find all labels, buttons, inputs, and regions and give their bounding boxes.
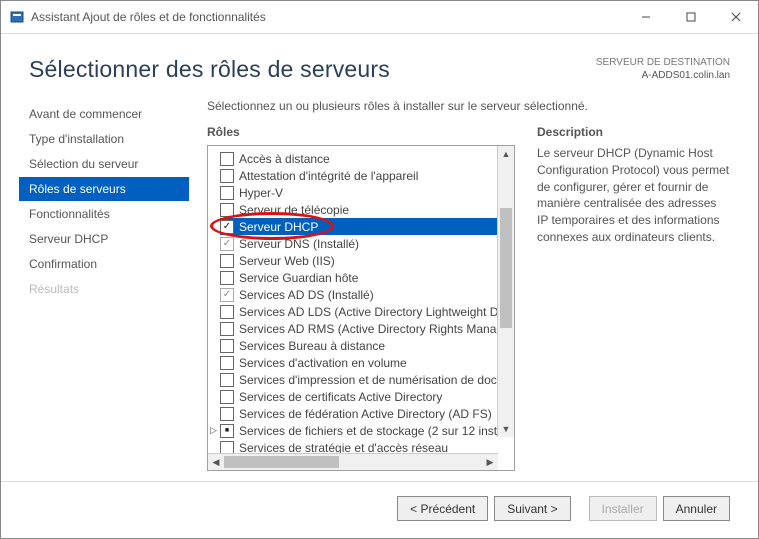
role-label: Hyper-V (239, 186, 283, 200)
destination-info: SERVEUR DE DESTINATION A-ADDS01.colin.la… (596, 56, 730, 82)
role-checkbox[interactable] (220, 305, 234, 319)
scroll-left-button[interactable]: ◀ (208, 454, 224, 470)
nav-step-0[interactable]: Avant de commencer (19, 102, 189, 126)
role-row[interactable]: Services de fédération Active Directory … (220, 405, 514, 422)
role-checkbox[interactable] (220, 390, 234, 404)
nav-step-2[interactable]: Sélection du serveur (19, 152, 189, 176)
role-row[interactable]: Services Bureau à distance (220, 337, 514, 354)
role-row[interactable]: Services AD RMS (Active Directory Rights… (220, 320, 514, 337)
role-checkbox[interactable] (220, 254, 234, 268)
minimize-button[interactable] (623, 1, 668, 33)
roles-listbox[interactable]: Accès à distance Attestation d'intégrité … (207, 145, 515, 471)
role-row[interactable]: Services de stratégie et d'accès réseau (220, 439, 514, 453)
role-label: Serveur DNS (Installé) (239, 237, 359, 251)
role-checkbox[interactable] (220, 271, 234, 285)
role-row[interactable]: Serveur DNS (Installé) (220, 235, 514, 252)
scroll-down-button[interactable]: ▼ (498, 421, 514, 437)
role-row[interactable]: Services AD LDS (Active Directory Lightw… (220, 303, 514, 320)
role-checkbox[interactable] (220, 441, 234, 454)
role-row[interactable]: Serveur de télécopie (220, 201, 514, 218)
role-checkbox[interactable] (220, 288, 234, 302)
role-label: Services de fichiers et de stockage (2 s… (239, 424, 514, 438)
vertical-scroll-thumb[interactable] (500, 208, 512, 328)
description-text: Le serveur DHCP (Dynamic Host Configurat… (537, 145, 730, 246)
role-label: Attestation d'intégrité de l'appareil (239, 169, 418, 183)
description-heading: Description (537, 125, 730, 139)
nav-step-4[interactable]: Fonctionnalités (19, 202, 189, 226)
nav-step-7: Résultats (19, 277, 189, 301)
role-label: Service Guardian hôte (239, 271, 358, 285)
role-checkbox[interactable] (220, 356, 234, 370)
wizard-footer: < Précédent Suivant > Installer Annuler (1, 481, 758, 539)
nav-step-6[interactable]: Confirmation (19, 252, 189, 276)
role-row[interactable]: Attestation d'intégrité de l'appareil (220, 167, 514, 184)
role-label: Services Bureau à distance (239, 339, 385, 353)
next-button[interactable]: Suivant > (494, 496, 570, 521)
role-label: Serveur DHCP (239, 220, 318, 234)
destination-label: SERVEUR DE DESTINATION (596, 56, 730, 69)
nav-step-5[interactable]: Serveur DHCP (19, 227, 189, 251)
wizard-window: Assistant Ajout de rôles et de fonctionn… (0, 0, 759, 539)
titlebar: Assistant Ajout de rôles et de fonctionn… (1, 1, 758, 34)
role-row[interactable]: Service Guardian hôte (220, 269, 514, 286)
horizontal-scroll-thumb[interactable] (224, 456, 339, 468)
role-row[interactable]: Services d'activation en volume (220, 354, 514, 371)
roles-heading: Rôles (207, 125, 515, 139)
role-label: Services de certificats Active Directory (239, 390, 442, 404)
role-label: Services AD LDS (Active Directory Lightw… (239, 305, 514, 319)
role-label: Services de fédération Active Directory … (239, 407, 492, 421)
nav-step-3[interactable]: Rôles de serveurs (19, 177, 189, 201)
role-checkbox[interactable] (220, 339, 234, 353)
role-checkbox[interactable] (220, 220, 234, 234)
cancel-button[interactable]: Annuler (663, 496, 730, 521)
role-label: Services d'activation en volume (239, 356, 407, 370)
role-label: Accès à distance (239, 152, 330, 166)
expander-icon[interactable]: ▷ (209, 425, 218, 436)
role-row[interactable]: Services AD DS (Installé) (220, 286, 514, 303)
wizard-nav: Avant de commencerType d'installationSél… (29, 97, 189, 471)
role-checkbox[interactable] (220, 373, 234, 387)
scroll-up-button[interactable]: ▲ (498, 146, 514, 162)
nav-step-1[interactable]: Type d'installation (19, 127, 189, 151)
role-checkbox[interactable] (220, 407, 234, 421)
role-label: Services d'impression et de numérisation… (239, 373, 514, 387)
role-label: Serveur de télécopie (239, 203, 349, 217)
page-header: Sélectionner des rôles de serveurs SERVE… (1, 34, 758, 91)
destination-server: A-ADDS01.colin.lan (596, 69, 730, 82)
role-row[interactable]: Hyper-V (220, 184, 514, 201)
vertical-scrollbar[interactable]: ▲ ▼ (497, 146, 514, 437)
role-row[interactable]: Serveur Web (IIS) (220, 252, 514, 269)
role-checkbox[interactable] (220, 152, 234, 166)
role-checkbox[interactable] (220, 203, 234, 217)
app-icon (9, 9, 25, 25)
role-row[interactable]: Services de certificats Active Directory (220, 388, 514, 405)
instruction-text: Sélectionnez un ou plusieurs rôles à ins… (207, 99, 730, 113)
previous-button[interactable]: < Précédent (397, 496, 488, 521)
window-title: Assistant Ajout de rôles et de fonctionn… (31, 10, 623, 24)
scroll-right-button[interactable]: ▶ (482, 454, 498, 470)
role-checkbox[interactable] (220, 237, 234, 251)
window-controls (623, 1, 758, 33)
maximize-button[interactable] (668, 1, 713, 33)
role-row[interactable]: Serveur DHCP (220, 218, 514, 235)
role-row[interactable]: Accès à distance (220, 150, 514, 167)
page-title: Sélectionner des rôles de serveurs (29, 56, 596, 83)
role-checkbox[interactable] (220, 424, 234, 438)
role-label: Services de stratégie et d'accès réseau (239, 441, 448, 454)
role-row[interactable]: Services d'impression et de numérisation… (220, 371, 514, 388)
role-row[interactable]: ▷Services de fichiers et de stockage (2 … (220, 422, 514, 439)
role-label: Services AD DS (Installé) (239, 288, 374, 302)
role-checkbox[interactable] (220, 169, 234, 183)
role-label: Serveur Web (IIS) (239, 254, 335, 268)
horizontal-scrollbar[interactable]: ◀ ▶ (208, 453, 498, 470)
install-button[interactable]: Installer (589, 496, 657, 521)
role-label: Services AD RMS (Active Directory Rights… (239, 322, 514, 336)
role-checkbox[interactable] (220, 186, 234, 200)
close-button[interactable] (713, 1, 758, 33)
role-checkbox[interactable] (220, 322, 234, 336)
